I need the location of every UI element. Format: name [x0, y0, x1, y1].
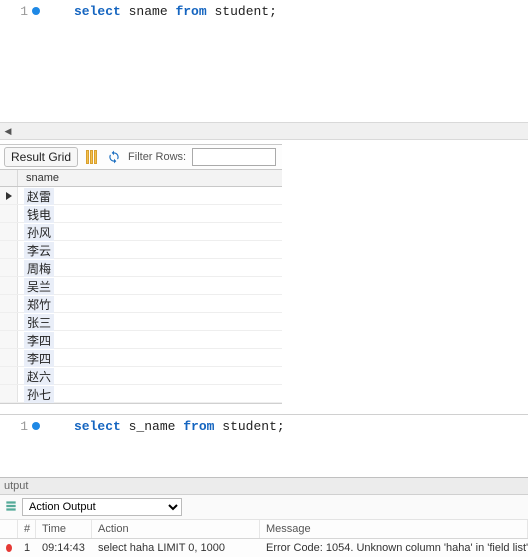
breakpoint-dot-icon[interactable] [32, 422, 40, 430]
table-row[interactable]: 郑竹 [0, 295, 282, 313]
output-cell-num: 1 [18, 539, 36, 557]
cell-sname[interactable]: 郑竹 [18, 295, 60, 312]
row-selector[interactable] [0, 349, 18, 366]
output-cell-message: Error Code: 1054. Unknown column 'haha' … [260, 539, 528, 557]
row-selector[interactable] [0, 205, 18, 222]
semicolon: ; [277, 419, 285, 434]
keyword-select: select [74, 419, 121, 434]
row-selector[interactable] [0, 331, 18, 348]
editor-blank-area[interactable] [0, 22, 528, 122]
horizontal-scrollbar[interactable]: ◀ [0, 122, 528, 140]
output-cell-action: select haha LIMIT 0, 1000 [92, 539, 260, 557]
row-selector[interactable] [0, 313, 18, 330]
output-header-num[interactable]: # [18, 520, 36, 538]
table-row[interactable]: 张三 [0, 313, 282, 331]
cell-sname[interactable]: 孙七 [18, 385, 60, 402]
breakpoint-dot-icon[interactable] [32, 7, 40, 15]
line-number: 1 [12, 419, 28, 434]
identifier: sname [129, 4, 168, 19]
refresh-icon[interactable] [106, 149, 122, 165]
cell-sname[interactable]: 周梅 [18, 259, 60, 276]
cell-sname[interactable]: 李四 [18, 349, 60, 366]
column-header-sname[interactable]: sname [18, 170, 67, 186]
output-selector-row: Action Output [0, 495, 528, 520]
keyword-from: from [183, 419, 214, 434]
row-selector-icon[interactable] [0, 187, 18, 204]
row-selector[interactable] [0, 277, 18, 294]
cell-sname[interactable]: 赵雷 [18, 187, 60, 204]
result-grid: sname 赵雷 钱电 孙风 李云 周梅 吴兰 郑竹 张三 李四 李四 赵六 孙… [0, 170, 282, 404]
row-selector[interactable] [0, 223, 18, 240]
identifier: s_name [129, 419, 176, 434]
cell-sname[interactable]: 李四 [18, 331, 60, 348]
table-row[interactable]: 钱电 [0, 205, 282, 223]
output-header-status[interactable] [0, 520, 18, 538]
error-status-icon [0, 539, 18, 557]
output-type-select[interactable]: Action Output [22, 498, 182, 516]
scroll-left-icon[interactable]: ◀ [0, 126, 16, 137]
keyword-select: select [74, 4, 121, 19]
identifier: student [222, 419, 277, 434]
table-row[interactable]: 吴兰 [0, 277, 282, 295]
row-selector[interactable] [0, 385, 18, 402]
line-number: 1 [12, 4, 28, 19]
sql-editor-1[interactable]: 1 select sname from student ; [0, 0, 528, 22]
table-row[interactable]: 赵雷 [0, 187, 282, 205]
output-header-action[interactable]: Action [92, 520, 260, 538]
table-row[interactable]: 赵六 [0, 367, 282, 385]
cell-sname[interactable]: 吴兰 [18, 277, 60, 294]
table-row[interactable]: 李四 [0, 331, 282, 349]
table-row[interactable]: 孙风 [0, 223, 282, 241]
table-row[interactable]: 李云 [0, 241, 282, 259]
output-panel: utput Action Output # Time Action Messag… [0, 477, 528, 557]
grid-body: 赵雷 钱电 孙风 李云 周梅 吴兰 郑竹 张三 李四 李四 赵六 孙七 [0, 187, 282, 403]
cell-sname[interactable]: 钱电 [18, 205, 60, 222]
row-selector[interactable] [0, 259, 18, 276]
filter-rows-label: Filter Rows: [128, 151, 186, 163]
cell-sname[interactable]: 李云 [18, 241, 60, 258]
identifier: student [214, 4, 269, 19]
cell-sname[interactable]: 张三 [18, 313, 60, 330]
cell-sname[interactable]: 赵六 [18, 367, 60, 384]
keyword-from: from [175, 4, 206, 19]
output-header-time[interactable]: Time [36, 520, 92, 538]
editor-blank-area[interactable] [0, 437, 528, 477]
row-selector-header[interactable] [0, 170, 18, 186]
filter-rows-input[interactable] [192, 148, 276, 166]
table-row[interactable]: 李四 [0, 349, 282, 367]
result-grid-button[interactable]: Result Grid [4, 147, 78, 167]
row-selector[interactable] [0, 367, 18, 384]
cell-sname[interactable]: 孙风 [18, 223, 60, 240]
columns-icon[interactable] [84, 149, 100, 165]
output-panel-title: utput [0, 478, 528, 495]
table-row[interactable]: 周梅 [0, 259, 282, 277]
grid-header-row: sname [0, 170, 282, 187]
output-header-row: # Time Action Message [0, 520, 528, 539]
result-toolbar: Result Grid Filter Rows: [0, 144, 282, 170]
output-header-message[interactable]: Message [260, 520, 528, 538]
row-selector[interactable] [0, 295, 18, 312]
sql-editor-2[interactable]: 1 select s_name from student ; [0, 415, 528, 437]
row-selector[interactable] [0, 241, 18, 258]
output-cell-time: 09:14:43 [36, 539, 92, 557]
semicolon: ; [269, 4, 277, 19]
table-row[interactable]: 孙七 [0, 385, 282, 403]
output-row[interactable]: 1 09:14:43 select haha LIMIT 0, 1000 Err… [0, 539, 528, 557]
output-toggle-icon[interactable] [4, 499, 18, 516]
